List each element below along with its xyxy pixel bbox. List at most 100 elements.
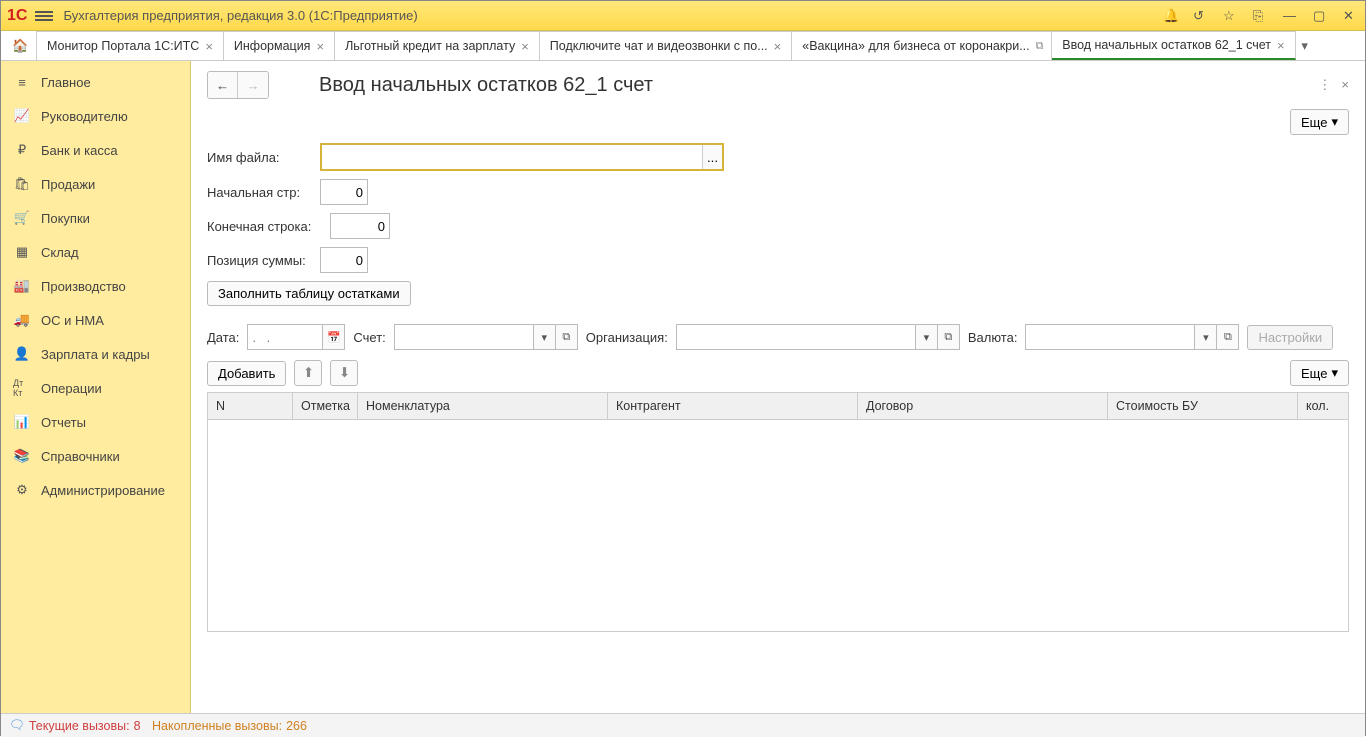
browse-button[interactable]: ...: [702, 145, 722, 169]
sidebar-item-sales[interactable]: 🛍Продажи: [1, 167, 190, 201]
close-icon[interactable]: ✕: [1343, 8, 1359, 24]
col-qty[interactable]: кол.: [1298, 393, 1348, 419]
main-content: ← → Ввод начальных остатков 62_1 счет ⋮ …: [191, 61, 1365, 713]
titlebar: 1C Бухгалтерия предприятия, редакция 3.0…: [1, 1, 1365, 31]
organization-input[interactable]: [676, 324, 916, 350]
sidebar-item-directories[interactable]: 📚 Справочники: [1, 439, 190, 473]
calendar-icon[interactable]: 📅: [323, 324, 345, 350]
tab-balances[interactable]: Ввод начальных остатков 62_1 счет×: [1052, 31, 1295, 60]
sidebar-item-reports[interactable]: 📊Отчеты: [1, 405, 190, 439]
dtkt-icon: Дт Кт: [13, 379, 31, 397]
sidebar-item-label: Производство: [41, 279, 126, 294]
grid-header: N Отметка Номенклатура Контрагент Догово…: [208, 393, 1348, 420]
minimize-icon[interactable]: —: [1283, 8, 1299, 24]
home-tab[interactable]: 🏠: [5, 31, 37, 60]
sidebar-item-label: Покупки: [41, 211, 90, 226]
sidebar-item-label: ОС и НМА: [41, 313, 104, 328]
more-button[interactable]: Еще ▾: [1290, 109, 1349, 135]
chevron-down-icon[interactable]: ▾: [1195, 324, 1217, 350]
bag-icon: 🛍: [13, 175, 31, 193]
more-button-2[interactable]: Еще ▾: [1290, 360, 1349, 386]
close-icon[interactable]: ×: [205, 39, 213, 54]
sidebar-item-assets[interactable]: 🚚ОС и НМА: [1, 303, 190, 337]
sidebar-item-admin[interactable]: ⚙Администрирование: [1, 473, 190, 507]
person-icon: 👤: [13, 345, 31, 363]
chevron-down-icon[interactable]: ▾: [534, 324, 556, 350]
fill-table-button[interactable]: Заполнить таблицу остатками: [207, 281, 411, 306]
barchart-icon: 📊: [13, 413, 31, 431]
forward-button[interactable]: →: [238, 72, 268, 98]
ruble-icon: ₽: [13, 141, 31, 159]
sidebar-item-label: Главное: [41, 75, 91, 90]
menu-icon: ≡: [13, 73, 31, 91]
history-icon[interactable]: ↺: [1193, 8, 1209, 24]
settings-button[interactable]: Настройки: [1247, 325, 1333, 350]
sum-pos-input[interactable]: [320, 247, 368, 273]
close-icon[interactable]: ×: [774, 39, 782, 54]
sum-pos-label: Позиция суммы:: [207, 253, 312, 268]
tab-vaccine[interactable]: «Вакцина» для бизнеса от коронакри...⧉: [792, 31, 1052, 60]
close-icon[interactable]: ×: [521, 39, 529, 54]
accumulated-calls-label: Накопленные вызовы:: [152, 719, 282, 733]
sidebar-item-bank[interactable]: ₽Банк и касса: [1, 133, 190, 167]
open-icon[interactable]: ⧉: [1217, 324, 1239, 350]
sidebar-item-warehouse[interactable]: ▦Склад: [1, 235, 190, 269]
sidebar: ≡Главное 📈Руководителю ₽Банк и касса 🛍Пр…: [1, 61, 191, 713]
tab-bar: 🏠 Монитор Портала 1С:ИТС× Информация× Ль…: [1, 31, 1365, 61]
link-icon[interactable]: ⎘: [1253, 8, 1269, 24]
tabs-dropdown-icon[interactable]: ▾: [1296, 31, 1314, 60]
star-icon[interactable]: ☆: [1223, 8, 1239, 24]
sidebar-item-purchases[interactable]: 🛒Покупки: [1, 201, 190, 235]
data-grid[interactable]: N Отметка Номенклатура Контрагент Догово…: [207, 392, 1349, 632]
currency-input[interactable]: [1025, 324, 1195, 350]
move-down-button[interactable]: ⬇: [330, 360, 358, 386]
sidebar-item-hr[interactable]: 👤Зарплата и кадры: [1, 337, 190, 371]
maximize-icon[interactable]: ▢: [1313, 8, 1329, 24]
end-row-label: Конечная строка:: [207, 219, 322, 234]
factory-icon: 🏭: [13, 277, 31, 295]
close-icon[interactable]: ×: [1277, 38, 1285, 53]
sidebar-item-label: Администрирование: [41, 483, 165, 498]
start-row-label: Начальная стр:: [207, 185, 312, 200]
popout-icon[interactable]: ⧉: [1036, 40, 1044, 53]
kebab-icon[interactable]: ⋮: [1318, 77, 1331, 93]
tab-info[interactable]: Информация×: [224, 31, 335, 60]
end-row-input[interactable]: [330, 213, 390, 239]
grid-body[interactable]: [208, 420, 1348, 628]
sidebar-item-manager[interactable]: 📈Руководителю: [1, 99, 190, 133]
add-button[interactable]: Добавить: [207, 361, 286, 386]
filename-input[interactable]: [322, 145, 702, 169]
chevron-down-icon[interactable]: ▾: [916, 324, 938, 350]
organization-label: Организация:: [586, 330, 668, 345]
grid-icon: ▦: [13, 243, 31, 261]
account-input[interactable]: [394, 324, 534, 350]
current-calls-value: 8: [134, 719, 141, 733]
close-icon[interactable]: ×: [316, 39, 324, 54]
col-mark[interactable]: Отметка: [293, 393, 358, 419]
col-nomenclature[interactable]: Номенклатура: [358, 393, 608, 419]
close-page-icon[interactable]: ×: [1341, 77, 1349, 93]
col-cost[interactable]: Стоимость БУ: [1108, 393, 1298, 419]
bell-icon[interactable]: 🔔: [1163, 8, 1179, 24]
filename-label: Имя файла:: [207, 150, 312, 165]
back-button[interactable]: ←: [208, 72, 238, 98]
open-icon[interactable]: ⧉: [938, 324, 960, 350]
tab-monitor[interactable]: Монитор Портала 1С:ИТС×: [37, 31, 224, 60]
open-icon[interactable]: ⧉: [556, 324, 578, 350]
sidebar-item-operations[interactable]: Дт КтОперации: [1, 371, 190, 405]
date-input[interactable]: [247, 324, 323, 350]
tab-credit[interactable]: Льготный кредит на зарплату×: [335, 31, 540, 60]
sidebar-item-main[interactable]: ≡ Главное: [1, 65, 190, 99]
hamburger-icon[interactable]: [35, 9, 53, 23]
sidebar-item-production[interactable]: 🏭 Производство: [1, 269, 190, 303]
sidebar-item-label: Справочники: [41, 449, 120, 464]
accumulated-calls-value: 266: [286, 719, 307, 733]
books-icon: 📚: [13, 447, 31, 465]
col-contractor[interactable]: Контрагент: [608, 393, 858, 419]
start-row-input[interactable]: [320, 179, 368, 205]
move-up-button[interactable]: ⬆: [294, 360, 322, 386]
col-n[interactable]: N: [208, 393, 293, 419]
col-contract[interactable]: Договор: [858, 393, 1108, 419]
sidebar-item-label: Руководителю: [41, 109, 128, 124]
tab-chat[interactable]: Подключите чат и видеозвонки с по...×: [540, 31, 792, 60]
